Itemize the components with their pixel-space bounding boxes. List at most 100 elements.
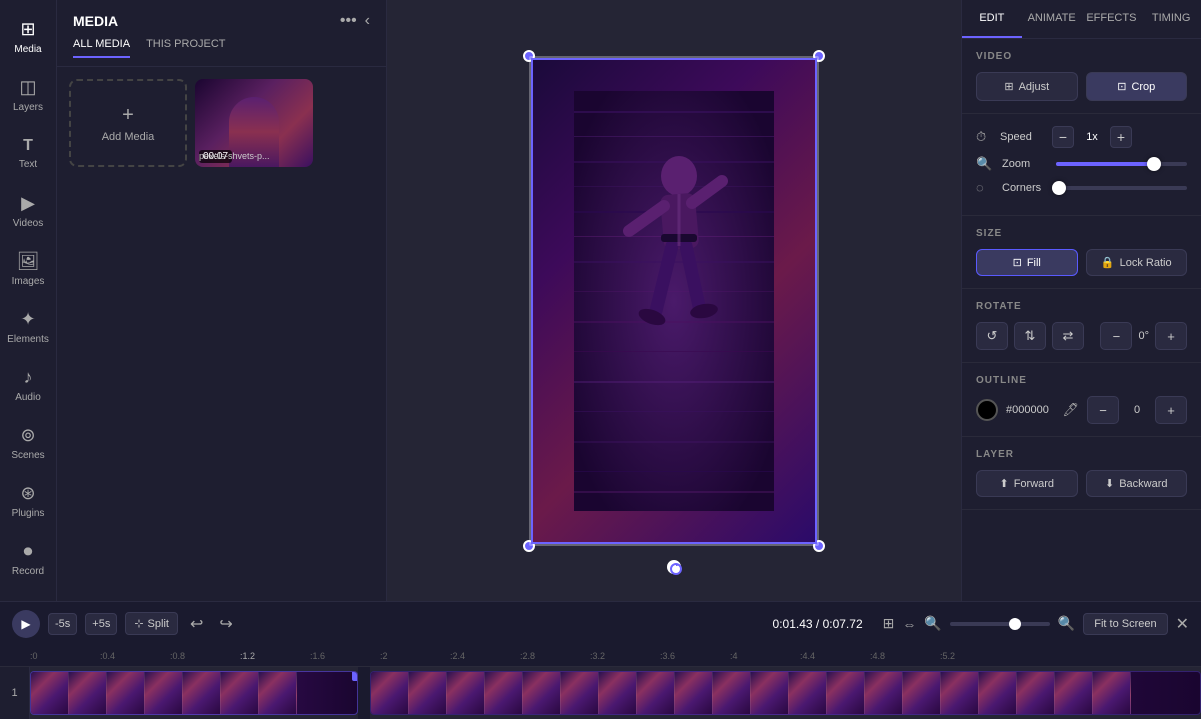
right-panel-tabs: EDIT ANIMATE EFFECTS TIMING xyxy=(962,0,1201,39)
media-grid: + Add Media 00:07 pexels-shvets-p... xyxy=(57,67,386,179)
forward-label: Forward xyxy=(1014,478,1054,490)
timeline-zoom-thumb[interactable] xyxy=(1009,618,1021,630)
media-options-button[interactable]: ••• xyxy=(340,12,357,30)
video-preview xyxy=(531,58,817,544)
lock-ratio-button[interactable]: 🔒 Lock Ratio xyxy=(1086,249,1188,276)
speed-increase-button[interactable]: + xyxy=(1110,126,1132,148)
sidebar-label-plugins: Plugins xyxy=(12,508,45,519)
total-time: 0:07.72 xyxy=(823,617,863,631)
zoom-out-button[interactable]: 🔍 xyxy=(924,615,941,632)
zoom-slider[interactable] xyxy=(1056,162,1187,166)
play-button[interactable]: ▶ xyxy=(12,610,40,638)
speed-zoom-section: ⏱ Speed − 1x + 🔍 Zoom ◌ Corners xyxy=(962,114,1201,216)
backward-button[interactable]: ⬇ Backward xyxy=(1086,470,1188,497)
rotate-controls: ↺ ⇅ ⇄ − 0° + xyxy=(976,322,1187,350)
canvas-container[interactable] xyxy=(529,56,819,546)
speed-decrease-button[interactable]: − xyxy=(1052,126,1074,148)
rotate-dec-button[interactable]: − xyxy=(1100,322,1132,350)
media-thumbnail-0[interactable]: 00:07 pexels-shvets-p... xyxy=(195,79,313,167)
tab-timing[interactable]: TIMING xyxy=(1141,0,1201,38)
rotate-handle-icon xyxy=(669,562,683,576)
sidebar-label-scenes: Scenes xyxy=(11,450,44,461)
scenes-icon: ⊚ xyxy=(20,425,35,446)
sidebar-item-text[interactable]: T Text xyxy=(0,124,57,182)
split-label: Split xyxy=(148,618,169,630)
timeline-split-arrows[interactable]: ⇔ xyxy=(902,616,916,632)
tab-effects[interactable]: EFFECTS xyxy=(1082,0,1142,38)
redo-button[interactable]: ↪ xyxy=(215,612,236,636)
timeline-zoom-track[interactable] xyxy=(950,622,1050,626)
zoom-in-button[interactable]: 🔍 xyxy=(1058,615,1075,632)
tab-edit[interactable]: EDIT xyxy=(962,0,1022,38)
media-tabs: ALL MEDIA THIS PROJECT xyxy=(57,38,386,67)
video-buttons: ⊞ Adjust ⊡ Crop xyxy=(976,72,1187,101)
backward-label: Backward xyxy=(1119,478,1167,490)
crop-button[interactable]: ⊡ Crop xyxy=(1086,72,1188,101)
outline-section: OUTLINE #000000 🖊 − 0 + xyxy=(962,363,1201,437)
track-clip-1[interactable] xyxy=(30,671,358,715)
audio-icon: ♪ xyxy=(24,367,33,388)
speed-value: 1x xyxy=(1080,131,1104,143)
close-timeline-button[interactable]: ✕ xyxy=(1176,614,1189,634)
flip-horizontal-button[interactable]: ⇄ xyxy=(1052,322,1084,350)
undo-button[interactable]: ↩ xyxy=(186,612,207,636)
skip-fwd-button[interactable]: +5s xyxy=(85,613,117,635)
size-section-title: SIZE xyxy=(976,228,1187,239)
rotate-inc-button[interactable]: + xyxy=(1155,322,1187,350)
sidebar-item-layers[interactable]: ◫ Layers xyxy=(0,66,57,124)
sidebar-item-videos[interactable]: ▶ Videos xyxy=(0,182,57,240)
corners-row: ◌ Corners xyxy=(976,180,1187,195)
sidebar-item-elements[interactable]: ✦ Elements xyxy=(0,298,57,356)
videos-icon: ▶ xyxy=(21,193,35,214)
track-clip-2[interactable] xyxy=(370,671,1201,715)
add-media-button[interactable]: + Add Media xyxy=(69,79,187,167)
track-content[interactable] xyxy=(30,667,1201,719)
speed-row: ⏱ Speed − 1x + xyxy=(976,126,1187,148)
text-icon: T xyxy=(23,137,33,155)
corners-thumb[interactable] xyxy=(1052,181,1066,195)
canvas-frame xyxy=(529,56,819,546)
timeline-fit-button[interactable]: ⊞ xyxy=(883,615,895,632)
media-collapse-button[interactable]: ‹ xyxy=(365,12,370,30)
bottom-bar: ▶ -5s +5s ⊹ Split ↩ ↪ 0:01.43 / 0:07.72 … xyxy=(0,601,1201,645)
zoom-thumb[interactable] xyxy=(1147,157,1161,171)
sidebar-item-images[interactable]: 🖼 Images xyxy=(0,240,57,298)
rotate-ccw-button[interactable]: ↺ xyxy=(976,322,1008,350)
sidebar-item-record[interactable]: ⏺ Record xyxy=(0,530,57,588)
outline-color-swatch[interactable] xyxy=(976,399,998,421)
clip-frames-2 xyxy=(371,672,1131,714)
skip-back-button[interactable]: -5s xyxy=(48,613,77,635)
forward-button[interactable]: ⬆ Forward xyxy=(976,470,1078,497)
ruler-tick-11: :4.4 xyxy=(800,651,815,661)
fit-to-screen-button[interactable]: Fit to Screen xyxy=(1083,613,1167,635)
handle-rotate[interactable] xyxy=(667,560,681,574)
tab-this-project[interactable]: THIS PROJECT xyxy=(146,38,225,58)
ruler-tick-1: :0.4 xyxy=(100,651,115,661)
corners-label: Corners xyxy=(1002,182,1048,194)
adjust-button[interactable]: ⊞ Adjust xyxy=(976,72,1078,101)
canvas-area: ••• xyxy=(387,0,961,601)
tab-animate[interactable]: ANIMATE xyxy=(1022,0,1082,38)
layers-icon: ◫ xyxy=(19,77,36,98)
flip-vertical-button[interactable]: ⇅ xyxy=(1014,322,1046,350)
crop-icon: ⊡ xyxy=(1117,80,1126,93)
rotate-section-title: ROTATE xyxy=(976,301,1187,312)
record-icon: ⏺ xyxy=(24,541,33,562)
plugins-icon: ⊛ xyxy=(20,483,35,504)
ruler-tick-7: :2.8 xyxy=(520,651,535,661)
outline-inc-button[interactable]: + xyxy=(1155,396,1187,424)
sidebar-item-plugins[interactable]: ⊛ Plugins xyxy=(0,472,57,530)
sidebar-item-scenes[interactable]: ⊚ Scenes xyxy=(0,414,57,472)
eyedropper-icon[interactable]: 🖊 xyxy=(1062,402,1079,418)
lock-ratio-label: Lock Ratio xyxy=(1120,257,1172,269)
sidebar-item-media[interactable]: ⊞ Media xyxy=(0,8,57,66)
forward-icon: ⬆ xyxy=(999,477,1008,490)
ruler-tick-8: :3.2 xyxy=(590,651,605,661)
outline-dec-button[interactable]: − xyxy=(1087,396,1119,424)
sidebar-item-audio[interactable]: ♪ Audio xyxy=(0,356,57,414)
zoom-slider-wrap xyxy=(950,622,1050,626)
tab-all-media[interactable]: ALL MEDIA xyxy=(73,38,130,58)
corners-slider[interactable] xyxy=(1056,186,1187,190)
split-button[interactable]: ⊹ Split xyxy=(125,612,178,635)
fill-button[interactable]: ⊡ Fill xyxy=(976,249,1078,276)
